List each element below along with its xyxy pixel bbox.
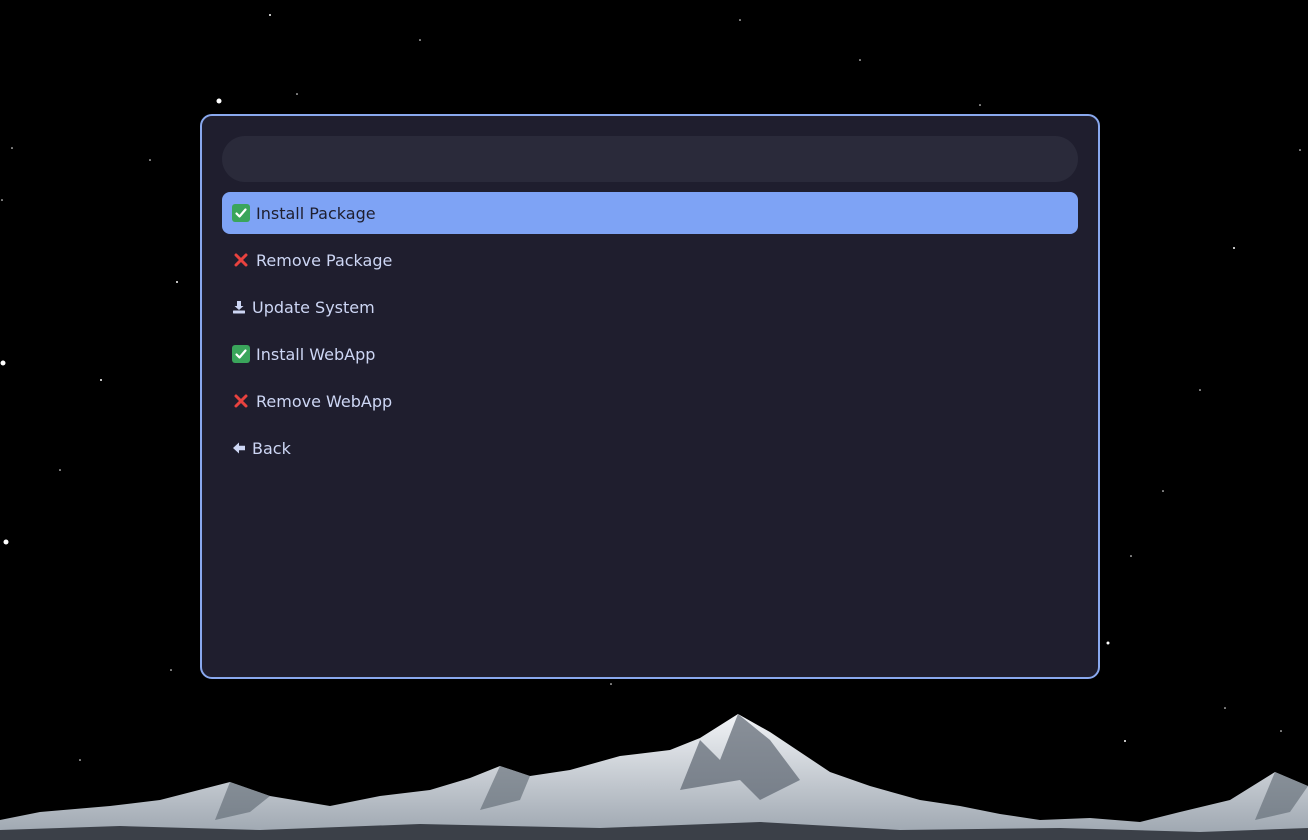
arrow-left-icon bbox=[232, 439, 246, 457]
cross-mark-icon bbox=[232, 251, 250, 269]
check-mark-icon bbox=[232, 345, 250, 363]
menu-item-remove-package[interactable]: Remove Package bbox=[222, 239, 1078, 281]
menu-item-label: Remove WebApp bbox=[256, 391, 393, 411]
menu-item-back[interactable]: Back bbox=[222, 427, 1078, 469]
menu-item-remove-webapp[interactable]: Remove WebApp bbox=[222, 380, 1078, 422]
cross-mark-icon bbox=[232, 392, 250, 410]
menu-item-label: Remove Package bbox=[256, 250, 393, 270]
menu-item-label: Install Package bbox=[256, 203, 376, 223]
menu-list: Install Package Remove Package Update Sy… bbox=[222, 192, 1078, 474]
mountain-range-illustration bbox=[0, 714, 1308, 840]
app-launcher-window: Install Package Remove Package Update Sy… bbox=[200, 114, 1100, 679]
menu-item-label: Install WebApp bbox=[256, 344, 376, 364]
menu-item-install-package[interactable]: Install Package bbox=[222, 192, 1078, 234]
menu-item-update-system[interactable]: Update System bbox=[222, 286, 1078, 328]
menu-item-install-webapp[interactable]: Install WebApp bbox=[222, 333, 1078, 375]
search-input[interactable] bbox=[222, 136, 1078, 182]
download-icon bbox=[232, 298, 246, 316]
menu-item-label: Update System bbox=[252, 297, 375, 317]
check-mark-icon bbox=[232, 204, 250, 222]
menu-item-label: Back bbox=[252, 438, 291, 458]
desktop-background: Install Package Remove Package Update Sy… bbox=[0, 0, 1308, 840]
